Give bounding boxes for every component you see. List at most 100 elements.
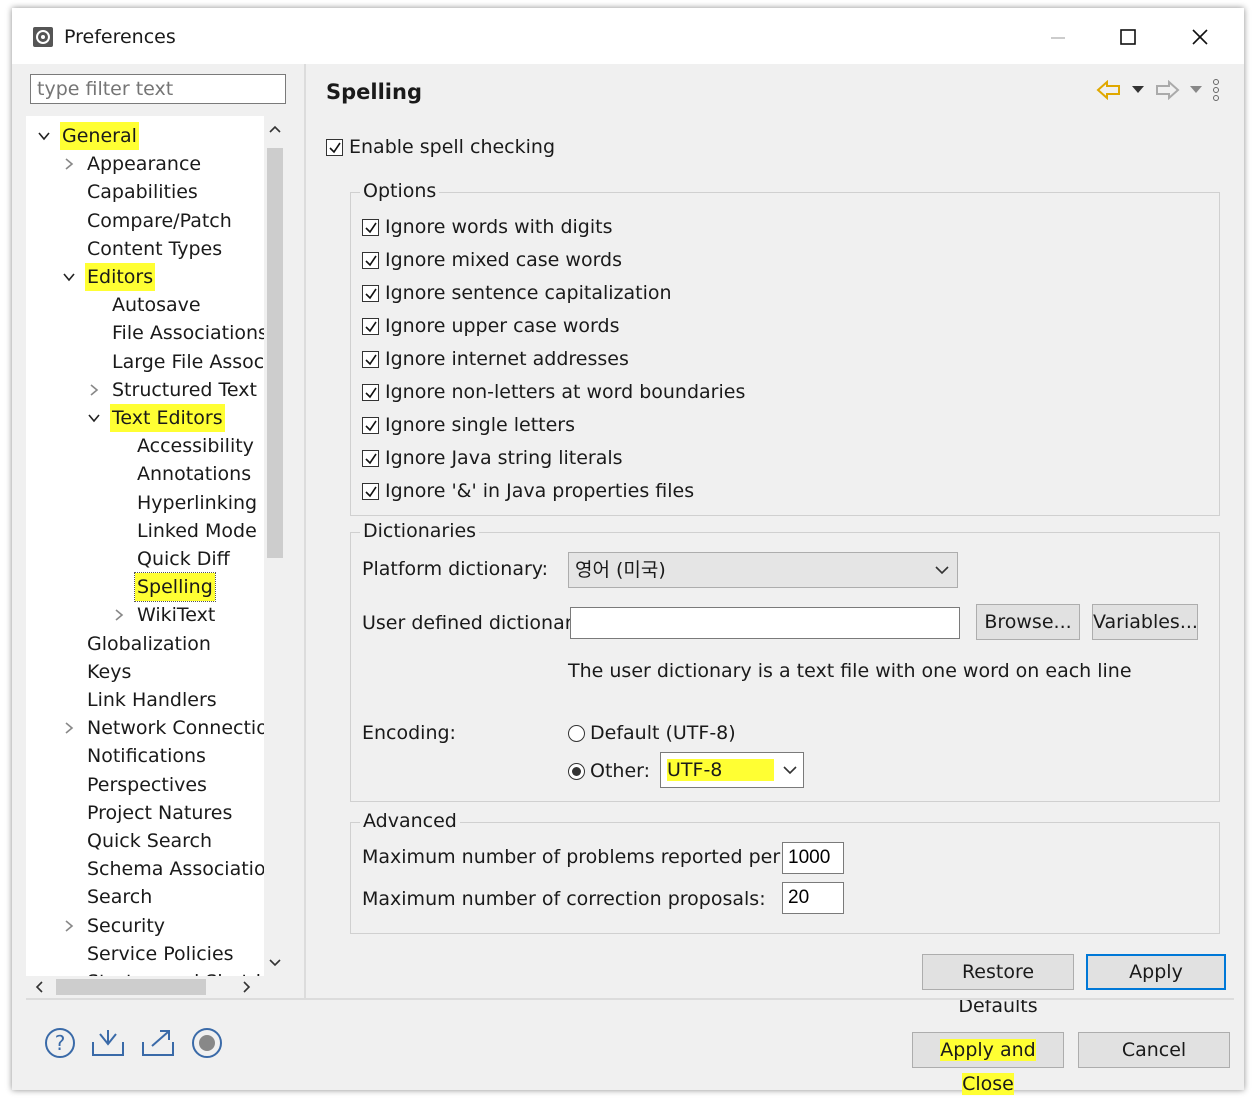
cancel-button[interactable]: Cancel [1078, 1032, 1230, 1068]
tree-item[interactable]: Compare/Patch [85, 207, 234, 235]
option-label: Ignore upper case words [385, 315, 620, 337]
tree-item[interactable]: Quick Diff [135, 545, 232, 573]
tree-item[interactable]: Text Editors [88, 404, 225, 432]
enable-spell-checking-checkbox[interactable]: Enable spell checking [326, 132, 555, 162]
tree-item[interactable]: Capabilities [85, 178, 200, 206]
tree-item[interactable]: Security [65, 912, 167, 940]
checkbox-box[interactable] [326, 139, 343, 156]
scroll-left-icon[interactable] [34, 981, 44, 993]
option-checkbox[interactable]: Ignore sentence capitalization [362, 278, 672, 308]
chevron-down-icon[interactable] [88, 412, 100, 424]
tree-item[interactable]: Linked Mode [135, 517, 259, 545]
tree-item[interactable]: Appearance [65, 150, 203, 178]
tree-item[interactable]: Link Handlers [85, 686, 219, 714]
apply-and-close-button[interactable]: Apply and Close [912, 1032, 1064, 1095]
tree-vertical-thumb[interactable] [267, 148, 283, 558]
tree-item[interactable]: Project Natures [85, 799, 234, 827]
option-checkbox[interactable]: Ignore internet addresses [362, 344, 629, 374]
scroll-up-icon[interactable] [269, 124, 281, 134]
checkbox-box[interactable] [362, 318, 379, 335]
option-checkbox[interactable]: Ignore upper case words [362, 311, 619, 341]
option-checkbox[interactable]: Ignore words with digits [362, 212, 612, 242]
checkbox-box[interactable] [362, 384, 379, 401]
checkbox-box[interactable] [362, 285, 379, 302]
tree-item[interactable]: Large File Associa [110, 348, 264, 376]
tree-item[interactable]: Keys [85, 658, 133, 686]
maximize-button[interactable] [1108, 20, 1148, 54]
tree-item[interactable]: Quick Search [85, 827, 214, 855]
tree-item[interactable]: File Associations [110, 319, 264, 347]
tree-item[interactable]: General [38, 122, 139, 150]
chevron-right-icon[interactable] [113, 609, 125, 622]
option-checkbox[interactable]: Ignore single letters [362, 410, 575, 440]
chevron-right-icon[interactable] [88, 384, 100, 396]
user-dictionary-input[interactable] [570, 607, 960, 639]
tree-horizontal-thumb[interactable] [56, 979, 206, 995]
scroll-down-icon[interactable] [269, 958, 281, 968]
radio-default[interactable] [568, 725, 585, 742]
filter-input[interactable] [30, 74, 286, 104]
import-icon[interactable] [90, 1028, 126, 1058]
chevron-down-icon[interactable] [38, 130, 50, 142]
tree-item[interactable]: Accessibility [135, 432, 256, 460]
chevron-down-icon [783, 766, 797, 775]
scroll-right-icon[interactable] [242, 981, 252, 993]
tree-item[interactable]: Service Policies [85, 940, 236, 968]
tree-horizontal-scrollbar[interactable] [26, 976, 286, 998]
forward-dropdown-icon[interactable] [1190, 86, 1202, 94]
checkbox-box[interactable] [362, 219, 379, 236]
export-icon[interactable] [140, 1028, 176, 1058]
option-checkbox[interactable]: Ignore mixed case words [362, 245, 622, 275]
tree-item[interactable]: Globalization [85, 630, 213, 658]
checkbox-box[interactable] [362, 450, 379, 467]
tree-item[interactable]: Startup and Shutdown [85, 968, 264, 976]
back-dropdown-icon[interactable] [1132, 86, 1144, 94]
chevron-right-icon[interactable] [63, 722, 75, 734]
chevron-right-icon[interactable] [63, 919, 75, 932]
chevron-right-icon[interactable] [63, 158, 75, 170]
browse-button[interactable]: Browse... [976, 604, 1080, 640]
max-proposals-input[interactable] [782, 882, 844, 914]
help-icon[interactable]: ? [44, 1027, 76, 1059]
max-problems-input[interactable] [782, 842, 844, 874]
apply-button[interactable]: Apply [1086, 954, 1226, 990]
back-arrow-icon[interactable] [1096, 80, 1122, 100]
tree-item[interactable]: Schema Associations [85, 855, 264, 883]
tree-item[interactable]: Notifications [85, 742, 208, 770]
tree-item[interactable]: Editors [63, 263, 156, 291]
other-encoding-combo[interactable]: UTF-8 [660, 752, 804, 788]
minimize-button[interactable] [1038, 20, 1078, 54]
tree-item[interactable]: Content Types [85, 235, 224, 263]
tree-item[interactable]: Network Connection [65, 714, 264, 742]
checkbox-box[interactable] [362, 252, 379, 269]
tree-vertical-scrollbar[interactable] [264, 116, 286, 976]
other-encoding-radio[interactable]: Other: [568, 760, 650, 782]
default-encoding-radio[interactable]: Default (UTF-8) [568, 722, 736, 744]
option-checkbox[interactable]: Ignore Java string literals [362, 443, 623, 473]
record-icon[interactable] [190, 1026, 224, 1060]
tree-item[interactable]: Autosave [110, 291, 203, 319]
platform-dictionary-combo[interactable]: 영어 (미국) [568, 552, 958, 588]
checkbox-box[interactable] [362, 351, 379, 368]
tree-item[interactable]: Spelling [134, 572, 216, 603]
tree-item-label: Service Policies [87, 942, 234, 965]
platform-dictionary-label: Platform dictionary: [362, 558, 549, 580]
tree-item[interactable]: Annotations [135, 460, 253, 488]
option-checkbox[interactable]: Ignore '&' in Java properties files [362, 476, 694, 506]
tree-item[interactable]: Search [85, 883, 154, 911]
tree-item[interactable]: Perspectives [85, 771, 209, 799]
maximize-icon [1120, 29, 1136, 45]
variables-button[interactable]: Variables... [1092, 604, 1198, 640]
close-button[interactable] [1180, 20, 1220, 54]
restore-defaults-button[interactable]: Restore Defaults [922, 954, 1074, 1017]
option-checkbox[interactable]: Ignore non-letters at word boundaries [362, 377, 745, 407]
forward-arrow-icon[interactable] [1154, 80, 1180, 100]
checkbox-box[interactable] [362, 417, 379, 434]
view-menu-icon[interactable] [1212, 78, 1220, 102]
radio-other[interactable] [568, 763, 585, 780]
chevron-down-icon[interactable] [63, 271, 75, 283]
tree-item[interactable]: Structured Text Ed [90, 376, 264, 404]
checkbox-box[interactable] [362, 483, 379, 500]
tree-item[interactable]: WikiText [115, 601, 217, 629]
tree-item[interactable]: Hyperlinking [135, 489, 259, 517]
